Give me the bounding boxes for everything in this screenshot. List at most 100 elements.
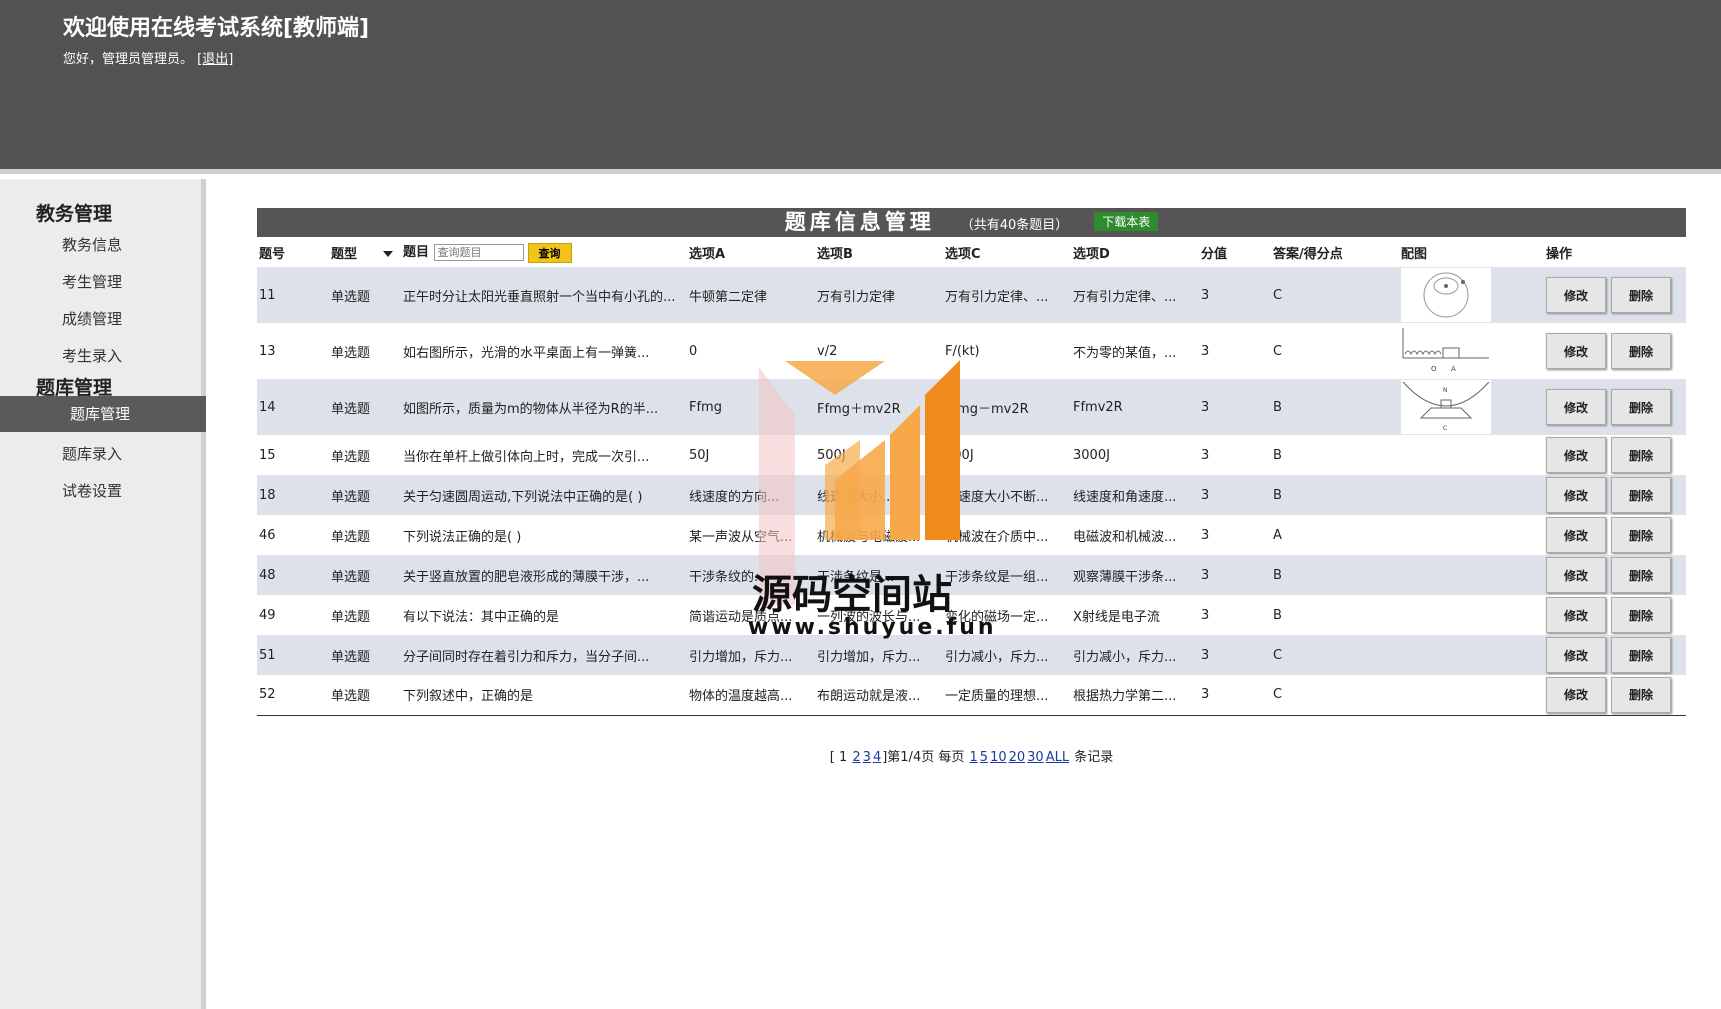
table-row: 51 单选题 分子间同时存在着引力和斥力，当分子间... 引力增加，斥力... 引力增加… bbox=[257, 635, 1686, 675]
cell-option-b: 500J bbox=[815, 435, 943, 475]
page-link[interactable]: 4 bbox=[873, 750, 881, 765]
cell-option-a: 某一声波从空气... bbox=[687, 515, 815, 555]
greeting-text: 您好，管理员管理员。 bbox=[63, 52, 194, 67]
cell-option-c: 一定质量的理想... bbox=[943, 675, 1071, 715]
edit-button[interactable]: 修改 bbox=[1546, 389, 1606, 425]
table-row: 13 单选题 如右图所示，光滑的水平桌面上有一弹簧... 0 v/2 F/(kt) 不为零的… bbox=[257, 323, 1686, 379]
cell-option-d: 电磁波和机械波... bbox=[1071, 515, 1199, 555]
page-link[interactable]: 2 bbox=[852, 750, 860, 765]
edit-button[interactable]: 修改 bbox=[1546, 277, 1606, 313]
delete-button[interactable]: 删除 bbox=[1611, 277, 1671, 313]
delete-button[interactable]: 删除 bbox=[1611, 477, 1671, 513]
delete-button[interactable]: 删除 bbox=[1611, 517, 1671, 553]
delete-button[interactable]: 删除 bbox=[1611, 637, 1671, 673]
cell-option-c: 万有引力定律、... bbox=[943, 267, 1071, 323]
cell-actions: 修改 删除 bbox=[1544, 595, 1686, 635]
sidebar-group-title: 教务管理 bbox=[36, 203, 113, 225]
page-size-link[interactable]: 5 bbox=[980, 750, 988, 765]
cell-score: 3 bbox=[1199, 515, 1271, 555]
orbit-diagram-image bbox=[1401, 268, 1491, 322]
sidebar: 教务管理 教务信息 考生管理 成绩管理 考生录入 题库管理 题库管理 题库录入 试卷设置 bbox=[0, 179, 206, 1009]
cell-id: 11 bbox=[257, 267, 329, 323]
cell-type: 单选题 bbox=[329, 595, 401, 635]
logout-link[interactable]: [退出] bbox=[197, 52, 233, 67]
cell-image bbox=[1399, 267, 1544, 323]
main-content: 题库信息管理 （共有40条题目） 下载本表 题号 题型 题目 查询 选项A 选项B … bbox=[257, 208, 1686, 765]
cell-id: 46 bbox=[257, 515, 329, 555]
cell-type: 单选题 bbox=[329, 635, 401, 675]
svg-text:C: C bbox=[1443, 425, 1447, 432]
col-type: 题型 bbox=[329, 237, 401, 267]
cell-actions: 修改 删除 bbox=[1544, 267, 1686, 323]
cell-image: OA bbox=[1399, 323, 1544, 379]
table-row: 15 单选题 当你在单杆上做引体向上时，完成一次引... 50J 500J 300J 300… bbox=[257, 435, 1686, 475]
delete-button[interactable]: 删除 bbox=[1611, 389, 1671, 425]
chevron-down-icon[interactable] bbox=[383, 251, 394, 257]
sidebar-item[interactable]: 试卷设置 bbox=[62, 480, 122, 501]
download-button[interactable]: 下载本表 bbox=[1094, 212, 1159, 231]
cell-question: 有以下说法：其中正确的是 bbox=[401, 595, 687, 635]
cell-answer: B bbox=[1271, 435, 1399, 475]
cell-question: 正午时分让太阳光垂直照射一个当中有小孔的... bbox=[401, 267, 687, 323]
edit-button[interactable]: 修改 bbox=[1546, 517, 1606, 553]
sidebar-item[interactable]: 成绩管理 bbox=[62, 308, 122, 329]
delete-button[interactable]: 删除 bbox=[1611, 676, 1671, 713]
cell-id: 18 bbox=[257, 475, 329, 515]
watermark-url: www.shuyue.fun bbox=[748, 615, 997, 640]
edit-button[interactable]: 修改 bbox=[1546, 597, 1606, 633]
cell-image bbox=[1399, 595, 1544, 635]
cell-score: 3 bbox=[1199, 475, 1271, 515]
sidebar-item[interactable]: 题库录入 bbox=[62, 443, 122, 464]
svg-text:A: A bbox=[1451, 365, 1456, 373]
cell-id: 14 bbox=[257, 379, 329, 435]
edit-button[interactable]: 修改 bbox=[1546, 637, 1606, 673]
col-score: 分值 bbox=[1201, 246, 1228, 262]
cell-question: 如图所示，质量为m的物体从半径为R的半... bbox=[401, 379, 687, 435]
cell-option-d: 万有引力定律、... bbox=[1071, 267, 1199, 323]
page-size-link[interactable]: ALL bbox=[1046, 750, 1069, 765]
cell-image: NC bbox=[1399, 379, 1544, 435]
col-c: 选项C bbox=[945, 246, 981, 262]
cell-option-b: 万有引力定律 bbox=[815, 267, 943, 323]
sidebar-item-active[interactable]: 题库管理 bbox=[0, 396, 206, 432]
edit-button[interactable]: 修改 bbox=[1546, 676, 1606, 713]
delete-button[interactable]: 删除 bbox=[1611, 597, 1671, 633]
page-size-link[interactable]: 10 bbox=[990, 750, 1007, 765]
cell-score: 3 bbox=[1199, 675, 1271, 715]
edit-button[interactable]: 修改 bbox=[1546, 477, 1606, 513]
col-answer: 答案/得分点 bbox=[1273, 246, 1343, 262]
page-size-link[interactable]: 20 bbox=[1009, 750, 1026, 765]
pagination: [ 1 2 3 4]第1/4页 每页 1 5 10 20 30 ALL 条记录 bbox=[257, 746, 1686, 765]
cell-option-a: 牛顿第二定律 bbox=[687, 267, 815, 323]
cell-score: 3 bbox=[1199, 555, 1271, 595]
sidebar-item[interactable]: 考生管理 bbox=[62, 271, 122, 292]
cell-actions: 修改 删除 bbox=[1544, 635, 1686, 675]
search-button[interactable]: 查询 bbox=[527, 242, 572, 263]
search-input[interactable] bbox=[433, 244, 524, 262]
table-row: 46 单选题 下列说法正确的是( ) 某一声波从空气... 机械波与电磁波... 机械波在… bbox=[257, 515, 1686, 555]
delete-button[interactable]: 删除 bbox=[1611, 437, 1671, 473]
cell-image bbox=[1399, 675, 1544, 715]
watermark-text: 源码空间站 bbox=[752, 572, 952, 618]
cell-type: 单选题 bbox=[329, 515, 401, 555]
cell-actions: 修改 删除 bbox=[1544, 435, 1686, 475]
page-size-link[interactable]: 1 bbox=[970, 750, 978, 765]
svg-text:O: O bbox=[1431, 365, 1437, 373]
cell-answer: C bbox=[1271, 635, 1399, 675]
sidebar-item[interactable]: 考生录入 bbox=[62, 345, 122, 366]
page-size-link[interactable]: 30 bbox=[1027, 750, 1044, 765]
cell-image bbox=[1399, 435, 1544, 475]
col-question-label: 题目 bbox=[403, 245, 430, 261]
cell-option-c: F/(kt) bbox=[943, 323, 1071, 379]
delete-button[interactable]: 删除 bbox=[1611, 333, 1671, 369]
delete-button[interactable]: 删除 bbox=[1611, 557, 1671, 593]
sidebar-item[interactable]: 教务信息 bbox=[62, 234, 122, 255]
cell-score: 3 bbox=[1199, 267, 1271, 323]
table-row: 18 单选题 关于匀速圆周运动,下列说法中正确的是( ) 线速度的方向... 线速度大小… bbox=[257, 475, 1686, 515]
cell-option-a: 0 bbox=[687, 323, 815, 379]
page-link[interactable]: 3 bbox=[863, 750, 871, 765]
edit-button[interactable]: 修改 bbox=[1546, 333, 1606, 369]
cell-score: 3 bbox=[1199, 595, 1271, 635]
edit-button[interactable]: 修改 bbox=[1546, 437, 1606, 473]
edit-button[interactable]: 修改 bbox=[1546, 557, 1606, 593]
